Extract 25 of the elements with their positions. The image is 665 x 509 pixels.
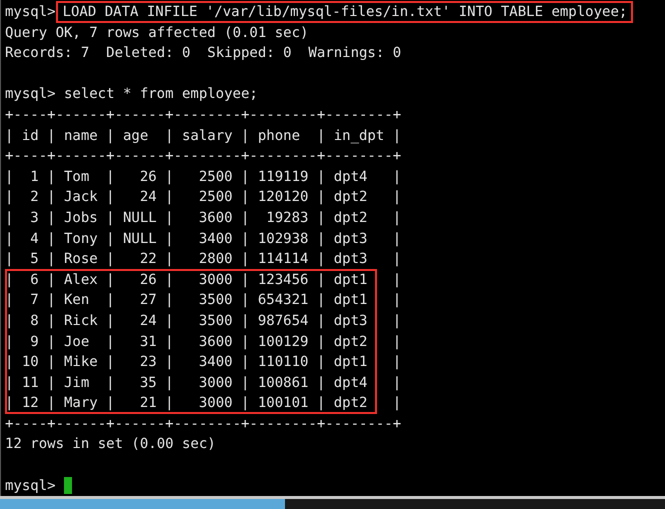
table-row-text: | 3 | Jobs | NULL | 3600 | 19283 | dpt2 | bbox=[5, 208, 402, 228]
prompt-text: mysql> bbox=[5, 3, 56, 22]
taskbar-button[interactable] bbox=[0, 499, 285, 509]
table-row-text: | 10 | Mike | 23 | 3400 | 110110 | dpt1 | bbox=[5, 353, 402, 372]
table-border: +----+------+------+--------+--------+--------+ bbox=[5, 414, 402, 434]
table-row-text: | 4 | Tony | NULL | 3400 | 102938 | dpt3 | bbox=[5, 230, 402, 249]
output-text: Query OK, 7 rows affected (0.01 sec) bbox=[5, 24, 308, 43]
table-row-text: | 1 | Tom | 26 | 2500 | 119119 | dpt4 | bbox=[5, 168, 402, 187]
table-row-text: | 7 | Ken | 27 | 3500 | 654321 | dpt1 | bbox=[5, 291, 402, 310]
command-text: select * from employee; bbox=[64, 85, 258, 104]
table-row-text: | 9 | Joe | 31 | 3600 | 100129 | dpt2 | bbox=[5, 332, 402, 352]
table-border: +----+------+------+--------+--------+--------+ bbox=[5, 106, 402, 125]
output-text: 12 rows in set (0.00 sec) bbox=[5, 435, 216, 454]
table-row-text: | 8 | Rick | 24 | 3500 | 987654 | dpt3 | bbox=[5, 312, 402, 331]
table-row-text: | 6 | Alex | 26 | 3000 | 123456 | dpt1 | bbox=[5, 270, 402, 290]
table-row-text: | 5 | Rose | 22 | 2800 | 114114 | dpt3 | bbox=[5, 250, 402, 270]
table-header: | id | name | age | salary | phone | in_dpt | bbox=[5, 126, 402, 146]
table-border: +----+------+------+--------+--------+--------+ bbox=[5, 147, 402, 166]
prompt-text: mysql> bbox=[5, 85, 56, 104]
output-text: Records: 7 Deleted: 0 Skipped: 0 Warnings: 0 bbox=[5, 44, 402, 64]
table-row-text: | 2 | Jack | 24 | 2500 | 120120 | dpt2 | bbox=[5, 188, 402, 208]
table-row-text: | 11 | Jim | 35 | 3000 | 100861 | dpt4 | bbox=[5, 374, 402, 393]
command-text: LOAD DATA INFILE '/var/lib/mysql-files/in.txt' INTO TABLE employee; bbox=[56, 1, 634, 24]
prompt-text: mysql> bbox=[5, 476, 56, 496]
table-row-text: | 12 | Mary | 21 | 3000 | 100101 | dpt2 | bbox=[5, 394, 402, 414]
